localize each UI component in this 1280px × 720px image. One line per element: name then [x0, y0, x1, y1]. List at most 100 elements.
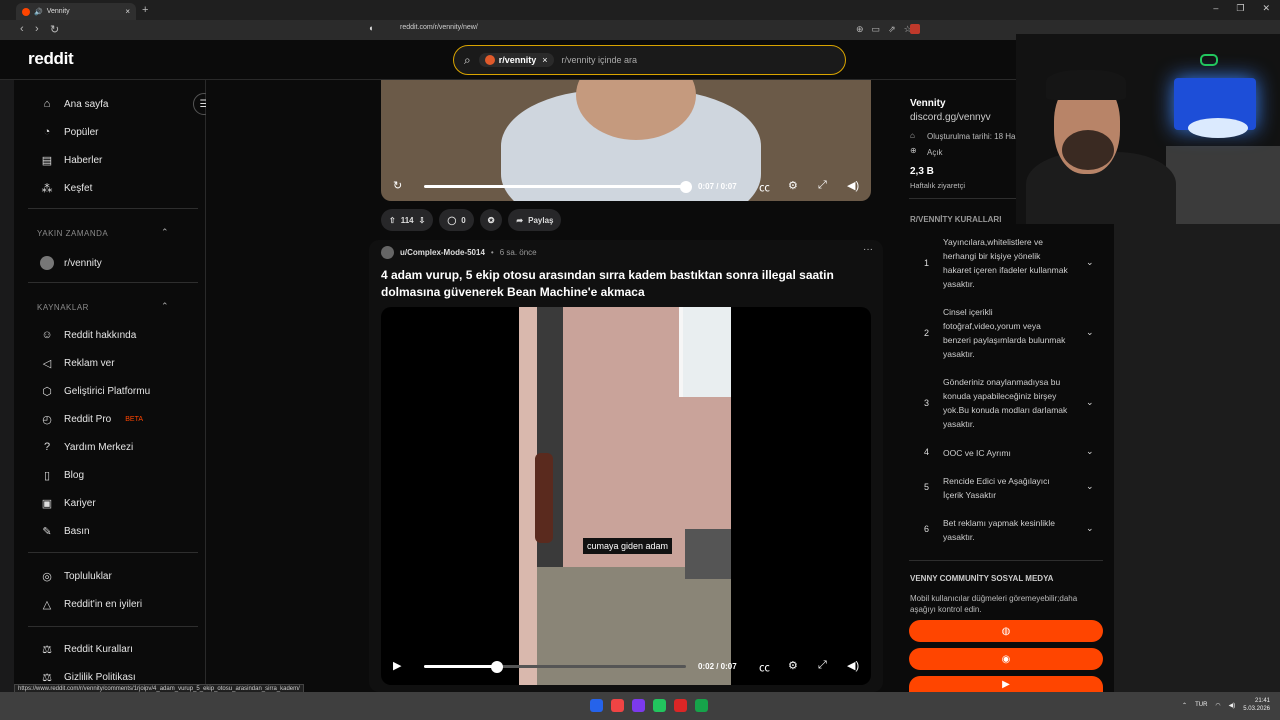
start-icon[interactable]: [590, 699, 603, 712]
share-button[interactable]: ➦ Paylaş: [508, 209, 562, 231]
chevron-up-icon[interactable]: ⌃: [161, 227, 169, 238]
communities-link[interactable]: ◎ Topluluklar: [40, 570, 112, 583]
install-icon[interactable]: ▭: [872, 24, 881, 35]
chevron-down-icon[interactable]: ⌄: [1086, 446, 1094, 457]
reddit-icon: ☺: [41, 329, 53, 341]
clock[interactable]: 21:41 5.03.2026: [1243, 697, 1270, 713]
reddit-logo[interactable]: reddit: [28, 49, 74, 69]
nav-news[interactable]: ▤ Haberler: [40, 154, 103, 167]
fullscreen-icon[interactable]: ⤢: [818, 659, 827, 672]
nav-explore[interactable]: ⁂ Keşfet: [40, 182, 93, 195]
search-bar[interactable]: ⌕ r/vennity × r/vennity içinde ara: [453, 45, 846, 75]
resource-press[interactable]: ✎ Basın: [40, 525, 89, 538]
post-meta: u/Complex-Mode-5014 • 6 sa. önce: [381, 246, 537, 259]
chip-close-icon[interactable]: ×: [542, 55, 547, 65]
resource-help[interactable]: ? Yardım Merkezi: [40, 441, 133, 453]
post-title[interactable]: 4 adam vurup, 5 ekip otosu arasından sır…: [381, 267, 851, 301]
browser-tab[interactable]: 🔊 Vennity ×: [16, 3, 136, 20]
post2-progress-handle[interactable]: [491, 661, 504, 673]
fullscreen-icon[interactable]: ⤢: [818, 179, 827, 192]
brave-icon[interactable]: [611, 699, 624, 712]
chevron-down-icon[interactable]: ⌄: [1086, 481, 1094, 492]
extension-icon[interactable]: [910, 24, 920, 34]
best-label: Reddit'in en iyileri: [64, 599, 143, 610]
chevron-down-icon[interactable]: ⌄: [1086, 257, 1094, 268]
nav-popular[interactable]: ◔ Popüler: [40, 126, 99, 138]
rule-number: 2: [924, 328, 930, 338]
volume-icon[interactable]: ◀): [847, 659, 859, 672]
resource-advertise[interactable]: ◁ Reklam ver: [40, 357, 115, 370]
privacy-policy-link[interactable]: ⚖ Gizlilik Politikası: [40, 671, 136, 684]
replay-icon[interactable]: ↻: [393, 179, 402, 192]
explore-icon: ⁂: [41, 183, 53, 195]
resource-developer[interactable]: ⬡ Geliştirici Platformu: [40, 385, 150, 398]
post1-progress-track[interactable]: [424, 185, 686, 188]
post2-video[interactable]: cumaya giden adam ▶ 0:02 / 0:07 ㏄ ⚙ ⤢ ◀): [381, 307, 871, 685]
rule-number: 4: [924, 447, 930, 457]
chevron-down-icon[interactable]: ⌄: [1086, 523, 1094, 534]
video-frame: [519, 307, 731, 685]
chevron-up-icon[interactable]: ⌃: [161, 301, 169, 312]
comments-button[interactable]: ◯ 0: [439, 209, 474, 231]
settings-icon[interactable]: ⚙: [788, 179, 798, 192]
resource-pro[interactable]: ◴ Reddit Pro BETA: [40, 413, 143, 426]
resource-careers[interactable]: ▣ Kariyer: [40, 497, 96, 510]
award-button[interactable]: ✪: [479, 209, 503, 231]
back-icon[interactable]: ‹: [20, 23, 24, 35]
youtube-button[interactable]: ▶: [909, 676, 1103, 692]
post-author[interactable]: u/Complex-Mode-5014: [400, 248, 485, 257]
volume-icon[interactable]: ◀): [1229, 702, 1236, 709]
captions-icon[interactable]: ㏄: [759, 659, 770, 675]
minimize-button[interactable]: –: [1213, 3, 1218, 14]
recent-heading[interactable]: YAKIN ZAMANDA: [37, 229, 108, 238]
post1-progress-handle[interactable]: [680, 181, 692, 193]
communities-icon: ◎: [42, 571, 52, 583]
close-window-button[interactable]: ✕: [1262, 3, 1270, 14]
community-link[interactable]: discord.gg/vennyv: [910, 112, 991, 123]
spotify-icon[interactable]: [653, 699, 666, 712]
resource-blog[interactable]: ▯ Blog: [40, 469, 84, 482]
website-button[interactable]: ◍: [909, 620, 1103, 642]
language-indicator[interactable]: TUR: [1195, 702, 1207, 708]
address-bar[interactable]: reddit.com/r/vennity/new/: [400, 24, 478, 31]
chevron-down-icon[interactable]: ⌄: [1086, 327, 1094, 338]
downvote-icon[interactable]: ⇩: [419, 216, 426, 225]
post-card[interactable]: u/Complex-Mode-5014 • 6 sa. önce ··· 4 a…: [369, 240, 883, 692]
maximize-button[interactable]: ❐: [1236, 3, 1244, 14]
resource-about[interactable]: ☺ Reddit hakkında: [40, 329, 136, 341]
reddit-rules-link[interactable]: ⚖ Reddit Kuralları: [40, 643, 133, 656]
bookmark-icon[interactable]: ◖: [368, 23, 373, 33]
webcam-overlay: [1016, 34, 1280, 224]
zoom-icon[interactable]: ⊕: [856, 24, 864, 35]
search-input[interactable]: r/vennity içinde ara: [562, 55, 638, 65]
post1-video[interactable]: ↻ 0:07 / 0:07 ㏄ ⚙ ⤢ ◀): [381, 80, 871, 201]
discord-button[interactable]: ◉: [909, 648, 1103, 670]
share-icon[interactable]: ⇗: [888, 24, 896, 35]
discord-app-icon[interactable]: [632, 699, 645, 712]
recent-item-vennity[interactable]: r/vennity: [40, 256, 102, 270]
tray-expand-icon[interactable]: ⌃: [1182, 702, 1187, 709]
app-icon[interactable]: [695, 699, 708, 712]
best-of-reddit-link[interactable]: △ Reddit'in en iyileri: [40, 598, 142, 611]
new-tab-button[interactable]: +: [142, 4, 148, 16]
beta-badge: BETA: [125, 416, 144, 423]
news-icon: ▤: [41, 155, 53, 167]
app-icon[interactable]: [674, 699, 687, 712]
play-icon[interactable]: ▶: [393, 659, 401, 672]
forward-icon[interactable]: ›: [35, 23, 39, 35]
comment-icon: ◯: [447, 215, 457, 225]
more-options-button[interactable]: ···: [863, 244, 873, 255]
captions-icon[interactable]: ㏄: [759, 179, 770, 195]
nav-home[interactable]: ⌂ Ana sayfa: [40, 98, 109, 110]
chevron-down-icon[interactable]: ⌄: [1086, 397, 1094, 408]
subreddit-chip[interactable]: r/vennity ×: [478, 53, 554, 67]
network-icon[interactable]: ◠: [1215, 702, 1220, 709]
reload-icon[interactable]: ↻: [50, 23, 59, 36]
tab-close-button[interactable]: ×: [125, 7, 130, 16]
subreddit-avatar-icon: [40, 256, 54, 270]
resources-heading[interactable]: KAYNAKLAR: [37, 303, 89, 312]
clock-time: 21:41: [1254, 698, 1270, 704]
volume-icon[interactable]: ◀): [847, 179, 859, 192]
settings-icon[interactable]: ⚙: [788, 659, 798, 672]
upvote-icon[interactable]: ⇧: [389, 216, 396, 225]
